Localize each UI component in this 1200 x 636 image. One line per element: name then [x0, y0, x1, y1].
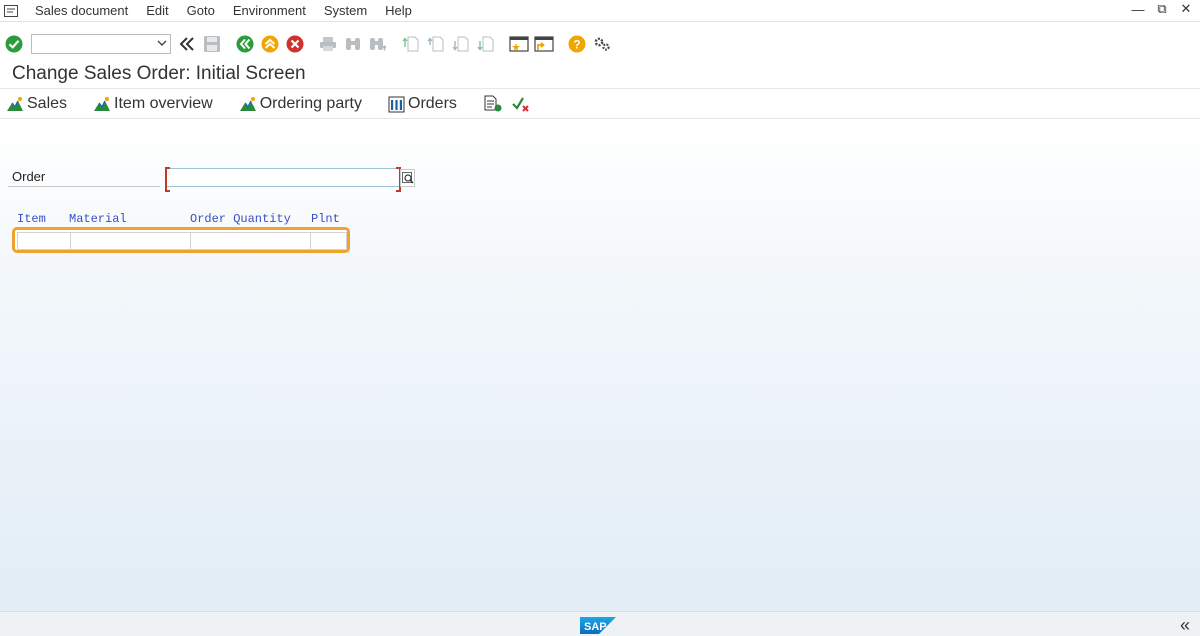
menu-edit[interactable]: Edit: [137, 3, 177, 18]
customize-layout-icon[interactable]: [592, 34, 612, 54]
collapse-double-left-icon[interactable]: [177, 34, 197, 54]
print-icon[interactable]: [318, 34, 338, 54]
minimize-button[interactable]: —: [1132, 2, 1145, 17]
page-title: Change Sales Order: Initial Screen: [12, 63, 306, 84]
next-page-icon[interactable]: [451, 34, 471, 54]
overview-mountain-icon: [7, 97, 23, 111]
menu-bar: Sales document Edit Goto Environment Sys…: [0, 0, 1200, 22]
order-input[interactable]: [165, 167, 401, 192]
command-field[interactable]: [31, 34, 171, 54]
ordering-party-button-label: Ordering party: [259, 95, 362, 112]
sap-logo: SAP: [580, 617, 616, 634]
plant-cell[interactable]: [310, 232, 347, 250]
item-overview-button-label: Item overview: [114, 95, 213, 112]
shortcut-icon[interactable]: [534, 34, 554, 54]
ordering-party-button[interactable]: Ordering party: [239, 95, 362, 113]
find-next-icon[interactable]: [368, 34, 388, 54]
check-cancel-icon[interactable]: [511, 95, 531, 113]
orders-button-label: Orders: [408, 95, 457, 112]
enter-icon[interactable]: [4, 34, 24, 54]
column-header-material: Material: [69, 212, 127, 226]
window-controls: — ⧉ ✕: [1132, 1, 1192, 17]
save-icon[interactable]: [202, 34, 222, 54]
order-quantity-cell[interactable]: [190, 232, 311, 250]
status-bar: SAP «: [0, 611, 1200, 636]
restore-button[interactable]: ⧉: [1156, 1, 1168, 16]
sales-button-label: Sales: [27, 95, 68, 112]
application-toolbar: Sales Item overview Ordering party Order…: [0, 91, 1200, 117]
menu-icon[interactable]: [4, 4, 18, 17]
back-icon[interactable]: [235, 34, 255, 54]
menu-goto[interactable]: Goto: [178, 3, 224, 18]
document-flow-icon[interactable]: [483, 95, 503, 113]
overview-mountain-icon: [239, 97, 256, 111]
content-area: Order Item Material Order Quantity Plnt: [0, 119, 1200, 611]
close-button[interactable]: ✕: [1180, 1, 1192, 16]
cancel-icon[interactable]: [285, 34, 305, 54]
sales-button[interactable]: Sales: [6, 95, 67, 113]
menu-sales-document[interactable]: Sales document: [26, 3, 137, 18]
item-entry-table: [12, 227, 350, 253]
column-header-item: Item: [17, 212, 46, 226]
value-help-icon[interactable]: [400, 169, 415, 187]
command-dropdown-icon[interactable]: [157, 38, 167, 48]
previous-page-icon[interactable]: [426, 34, 446, 54]
menu-help[interactable]: Help: [376, 3, 421, 18]
collapse-status-icon[interactable]: «: [1180, 615, 1190, 636]
help-icon[interactable]: ?: [567, 34, 587, 54]
first-page-icon[interactable]: [401, 34, 421, 54]
system-toolbar: ?: [0, 28, 1200, 60]
svg-text:SAP: SAP: [584, 621, 607, 633]
column-header-plant: Plnt: [311, 212, 340, 226]
list-columns-icon: [388, 96, 405, 112]
item-overview-button[interactable]: Item overview: [93, 95, 213, 113]
orders-button[interactable]: Orders: [388, 95, 457, 113]
column-header-order-quantity: Order Quantity: [190, 212, 291, 226]
order-label: Order: [8, 167, 160, 187]
overview-mountain-icon: [94, 97, 111, 111]
item-cell[interactable]: [17, 232, 71, 250]
create-session-icon[interactable]: [509, 34, 529, 54]
svg-text:?: ?: [573, 38, 580, 52]
menu-environment[interactable]: Environment: [224, 3, 315, 18]
menu-system[interactable]: System: [315, 3, 376, 18]
find-icon[interactable]: [343, 34, 363, 54]
last-page-icon[interactable]: [476, 34, 496, 54]
title-divider: [0, 88, 1200, 89]
material-cell[interactable]: [70, 232, 191, 250]
exit-icon[interactable]: [260, 34, 280, 54]
